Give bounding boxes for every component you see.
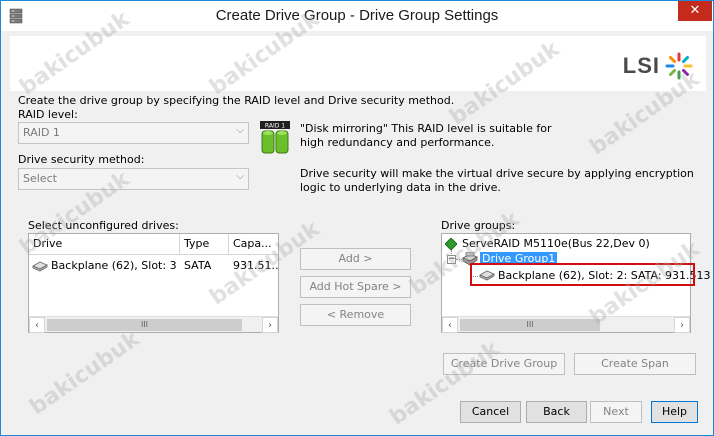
close-button[interactable]: ✕ (678, 1, 712, 21)
chevron-left-icon[interactable]: ‹ (29, 317, 45, 333)
dialog-window: Create Drive Group - Drive Group Setting… (0, 0, 714, 436)
chevron-right-icon[interactable]: › (674, 317, 690, 333)
remove-button[interactable]: < Remove (300, 304, 411, 326)
help-button[interactable]: Help (651, 401, 698, 423)
scrollbar-thumb[interactable]: III (460, 319, 600, 331)
dialog-content: LSI Create the drive group by specifying… (10, 31, 711, 428)
create-span-button[interactable]: Create Span (574, 353, 696, 375)
title-bar[interactable]: Create Drive Group - Drive Group Setting… (1, 1, 713, 31)
raid-level-label: RAID level: (18, 108, 78, 121)
back-button[interactable]: Back (526, 401, 587, 423)
scrollbar-thumb[interactable]: III (47, 319, 242, 331)
intro-text: Create the drive group by specifying the… (18, 94, 455, 107)
close-icon: ✕ (689, 3, 701, 18)
raid-disk-icon: RAID 1 (260, 121, 290, 154)
create-drive-group-button[interactable]: Create Drive Group (443, 353, 565, 375)
chevron-down-icon: ⌵ (236, 125, 244, 136)
type-cell: SATA (184, 259, 212, 272)
drive-groups-label: Drive groups: (441, 219, 516, 232)
lsi-logo-icon (665, 52, 693, 80)
horizontal-scrollbar[interactable]: ‹ III › (29, 316, 278, 333)
add-hot-spare-button[interactable]: Add Hot Spare > (300, 276, 411, 298)
capacity-cell: 931.51... (233, 259, 278, 272)
raid-icon-label: RAID 1 (265, 123, 285, 130)
drive-icon (32, 261, 48, 272)
window-title: Create Drive Group - Drive Group Setting… (215, 7, 499, 24)
collapse-icon[interactable]: − (447, 255, 456, 264)
cancel-button[interactable]: Cancel (460, 401, 521, 423)
raid-level-value: RAID 1 (23, 126, 60, 139)
drive-security-select[interactable]: Select ⌵ (18, 168, 249, 190)
column-header-drive[interactable]: Drive (29, 234, 180, 255)
raid-level-description: "Disk mirroring" This RAID level is suit… (300, 122, 552, 149)
chevron-down-icon: ⌵ (236, 171, 244, 182)
column-header-capacity[interactable]: Capa... (229, 234, 278, 255)
chevron-left-icon[interactable]: ‹ (442, 317, 458, 333)
lsi-logo-text: LSI (622, 53, 660, 78)
raid-level-select[interactable]: RAID 1 ⌵ (18, 122, 249, 144)
drive-security-value: Select (23, 172, 57, 185)
annotation-highlight (470, 263, 695, 286)
lsi-logo: LSI (623, 51, 694, 81)
drive-cell: Backplane (62), Slot: 3 (51, 259, 177, 272)
next-button[interactable]: Next (590, 401, 642, 423)
add-button[interactable]: Add > (300, 248, 411, 270)
unconfigured-drives-list[interactable]: Drive Type Capa... Backplane (62), Slot:… (28, 233, 279, 333)
unconfigured-drives-label: Select unconfigured drives: (28, 219, 179, 232)
tree-controller[interactable]: ServeRAID M5110e(Bus 22,Dev 0) (462, 237, 650, 250)
column-header-type[interactable]: Type (180, 234, 229, 255)
drive-security-description: Drive security will make the virtual dri… (300, 167, 694, 194)
chevron-right-icon[interactable]: › (262, 317, 278, 333)
controller-icon (445, 238, 457, 250)
horizontal-scrollbar[interactable]: ‹ III › (442, 316, 690, 333)
drive-security-label: Drive security method: (18, 153, 145, 166)
header-panel: LSI (10, 36, 706, 91)
